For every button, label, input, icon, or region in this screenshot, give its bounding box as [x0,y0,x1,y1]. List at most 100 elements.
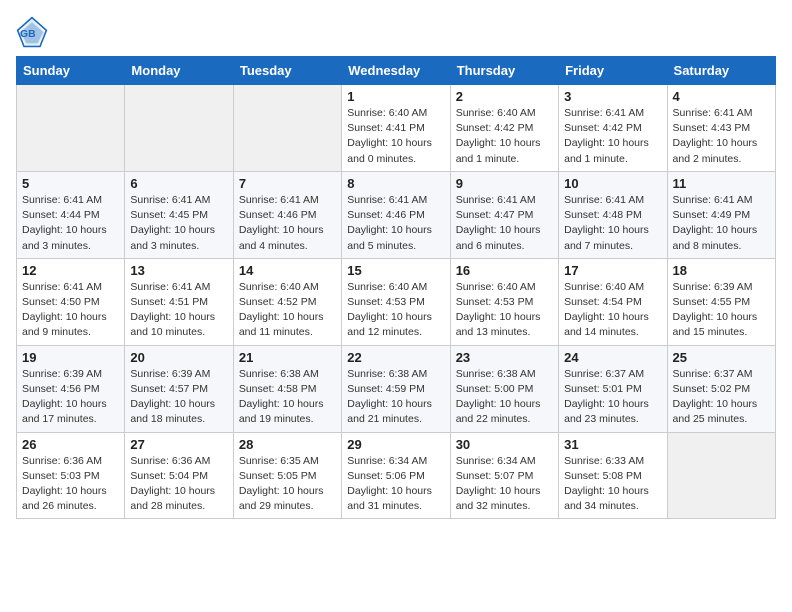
calendar-cell: 7 Sunrise: 6:41 AMSunset: 4:46 PMDaylight… [233,171,341,258]
weekday-header-row: SundayMondayTuesdayWednesdayThursdayFrid… [17,57,776,85]
day-info: Sunrise: 6:38 AMSunset: 4:59 PMDaylight:… [347,367,444,428]
calendar-cell: 28 Sunrise: 6:35 AMSunset: 5:05 PMDayligh… [233,432,341,519]
day-info: Sunrise: 6:41 AMSunset: 4:50 PMDaylight:… [22,280,119,341]
day-number: 18 [673,263,770,278]
day-info: Sunrise: 6:40 AMSunset: 4:41 PMDaylight:… [347,106,444,167]
calendar-cell: 1 Sunrise: 6:40 AMSunset: 4:41 PMDaylight… [342,85,450,172]
day-info: Sunrise: 6:41 AMSunset: 4:42 PMDaylight:… [564,106,661,167]
day-info: Sunrise: 6:41 AMSunset: 4:43 PMDaylight:… [673,106,770,167]
calendar-cell: 12 Sunrise: 6:41 AMSunset: 4:50 PMDayligh… [17,258,125,345]
day-info: Sunrise: 6:35 AMSunset: 5:05 PMDaylight:… [239,454,336,515]
weekday-header-saturday: Saturday [667,57,775,85]
calendar-cell: 31Sunrise: 6:33 AMSunset: 5:08 PMDayligh… [559,432,667,519]
day-number: 19 [22,350,119,365]
day-info: Sunrise: 6:41 AMSunset: 4:47 PMDaylight:… [456,193,553,254]
day-info: Sunrise: 6:40 AMSunset: 4:53 PMDaylight:… [347,280,444,341]
day-number: 12 [22,263,119,278]
page-header: GB [16,16,776,48]
calendar-cell: 29 Sunrise: 6:34 AMSunset: 5:06 PMDayligh… [342,432,450,519]
day-info: Sunrise: 6:40 AMSunset: 4:53 PMDaylight:… [456,280,553,341]
calendar-cell: 6 Sunrise: 6:41 AMSunset: 4:45 PMDaylight… [125,171,233,258]
calendar-cell: 14 Sunrise: 6:40 AMSunset: 4:52 PMDayligh… [233,258,341,345]
calendar-cell: 4 Sunrise: 6:41 AMSunset: 4:43 PMDaylight… [667,85,775,172]
day-number: 24 [564,350,661,365]
calendar-cell: 24 Sunrise: 6:37 AMSunset: 5:01 PMDayligh… [559,345,667,432]
day-info: Sunrise: 6:38 AMSunset: 5:00 PMDaylight:… [456,367,553,428]
calendar-cell: 10Sunrise: 6:41 AMSunset: 4:48 PMDayligh… [559,171,667,258]
day-number: 15 [347,263,444,278]
weekday-header-thursday: Thursday [450,57,558,85]
calendar-week-row: 19 Sunrise: 6:39 AMSunset: 4:56 PMDayligh… [17,345,776,432]
calendar-cell: 15 Sunrise: 6:40 AMSunset: 4:53 PMDayligh… [342,258,450,345]
day-info: Sunrise: 6:34 AMSunset: 5:06 PMDaylight:… [347,454,444,515]
day-info: Sunrise: 6:37 AMSunset: 5:01 PMDaylight:… [564,367,661,428]
day-info: Sunrise: 6:36 AMSunset: 5:04 PMDaylight:… [130,454,227,515]
day-info: Sunrise: 6:41 AMSunset: 4:46 PMDaylight:… [239,193,336,254]
calendar-cell [17,85,125,172]
day-number: 28 [239,437,336,452]
logo: GB [16,16,52,48]
day-number: 2 [456,89,553,104]
day-number: 23 [456,350,553,365]
calendar-cell: 25Sunrise: 6:37 AMSunset: 5:02 PMDayligh… [667,345,775,432]
calendar-cell: 8Sunrise: 6:41 AMSunset: 4:46 PMDaylight… [342,171,450,258]
calendar-cell: 27Sunrise: 6:36 AMSunset: 5:04 PMDayligh… [125,432,233,519]
day-info: Sunrise: 6:40 AMSunset: 4:54 PMDaylight:… [564,280,661,341]
weekday-header-sunday: Sunday [17,57,125,85]
weekday-header-wednesday: Wednesday [342,57,450,85]
day-number: 8 [347,176,444,191]
day-number: 4 [673,89,770,104]
day-number: 20 [130,350,227,365]
calendar-cell: 9 Sunrise: 6:41 AMSunset: 4:47 PMDaylight… [450,171,558,258]
day-number: 11 [673,176,770,191]
calendar-week-row: 12 Sunrise: 6:41 AMSunset: 4:50 PMDayligh… [17,258,776,345]
calendar-cell: 20 Sunrise: 6:39 AMSunset: 4:57 PMDayligh… [125,345,233,432]
day-number: 30 [456,437,553,452]
logo-icon: GB [16,16,48,48]
day-number: 10 [564,176,661,191]
calendar-cell: 5 Sunrise: 6:41 AMSunset: 4:44 PMDaylight… [17,171,125,258]
calendar-week-row: 5 Sunrise: 6:41 AMSunset: 4:44 PMDaylight… [17,171,776,258]
weekday-header-friday: Friday [559,57,667,85]
day-number: 29 [347,437,444,452]
day-info: Sunrise: 6:41 AMSunset: 4:45 PMDaylight:… [130,193,227,254]
calendar-cell: 23 Sunrise: 6:38 AMSunset: 5:00 PMDayligh… [450,345,558,432]
calendar-cell [125,85,233,172]
weekday-header-tuesday: Tuesday [233,57,341,85]
svg-text:GB: GB [20,29,36,40]
weekday-header-monday: Monday [125,57,233,85]
day-info: Sunrise: 6:36 AMSunset: 5:03 PMDaylight:… [22,454,119,515]
day-number: 1 [347,89,444,104]
day-number: 16 [456,263,553,278]
day-info: Sunrise: 6:34 AMSunset: 5:07 PMDaylight:… [456,454,553,515]
day-number: 3 [564,89,661,104]
day-number: 17 [564,263,661,278]
day-info: Sunrise: 6:40 AMSunset: 4:52 PMDaylight:… [239,280,336,341]
calendar-cell: 2 Sunrise: 6:40 AMSunset: 4:42 PMDaylight… [450,85,558,172]
calendar-week-row: 26 Sunrise: 6:36 AMSunset: 5:03 PMDayligh… [17,432,776,519]
calendar-cell: 22Sunrise: 6:38 AMSunset: 4:59 PMDayligh… [342,345,450,432]
day-number: 6 [130,176,227,191]
day-info: Sunrise: 6:41 AMSunset: 4:44 PMDaylight:… [22,193,119,254]
day-info: Sunrise: 6:39 AMSunset: 4:56 PMDaylight:… [22,367,119,428]
calendar-cell: 13Sunrise: 6:41 AMSunset: 4:51 PMDayligh… [125,258,233,345]
calendar-cell: 30 Sunrise: 6:34 AMSunset: 5:07 PMDayligh… [450,432,558,519]
day-info: Sunrise: 6:40 AMSunset: 4:42 PMDaylight:… [456,106,553,167]
day-number: 5 [22,176,119,191]
day-number: 26 [22,437,119,452]
day-number: 7 [239,176,336,191]
day-info: Sunrise: 6:39 AMSunset: 4:57 PMDaylight:… [130,367,227,428]
calendar-cell: 17 Sunrise: 6:40 AMSunset: 4:54 PMDayligh… [559,258,667,345]
day-number: 25 [673,350,770,365]
calendar-cell [667,432,775,519]
calendar-cell: 16 Sunrise: 6:40 AMSunset: 4:53 PMDayligh… [450,258,558,345]
day-info: Sunrise: 6:33 AMSunset: 5:08 PMDaylight:… [564,454,661,515]
day-info: Sunrise: 6:41 AMSunset: 4:49 PMDaylight:… [673,193,770,254]
day-number: 14 [239,263,336,278]
calendar-table: SundayMondayTuesdayWednesdayThursdayFrid… [16,56,776,519]
day-number: 9 [456,176,553,191]
calendar-cell: 18Sunrise: 6:39 AMSunset: 4:55 PMDayligh… [667,258,775,345]
day-number: 13 [130,263,227,278]
calendar-week-row: 1 Sunrise: 6:40 AMSunset: 4:41 PMDaylight… [17,85,776,172]
calendar-cell: 11 Sunrise: 6:41 AMSunset: 4:49 PMDayligh… [667,171,775,258]
